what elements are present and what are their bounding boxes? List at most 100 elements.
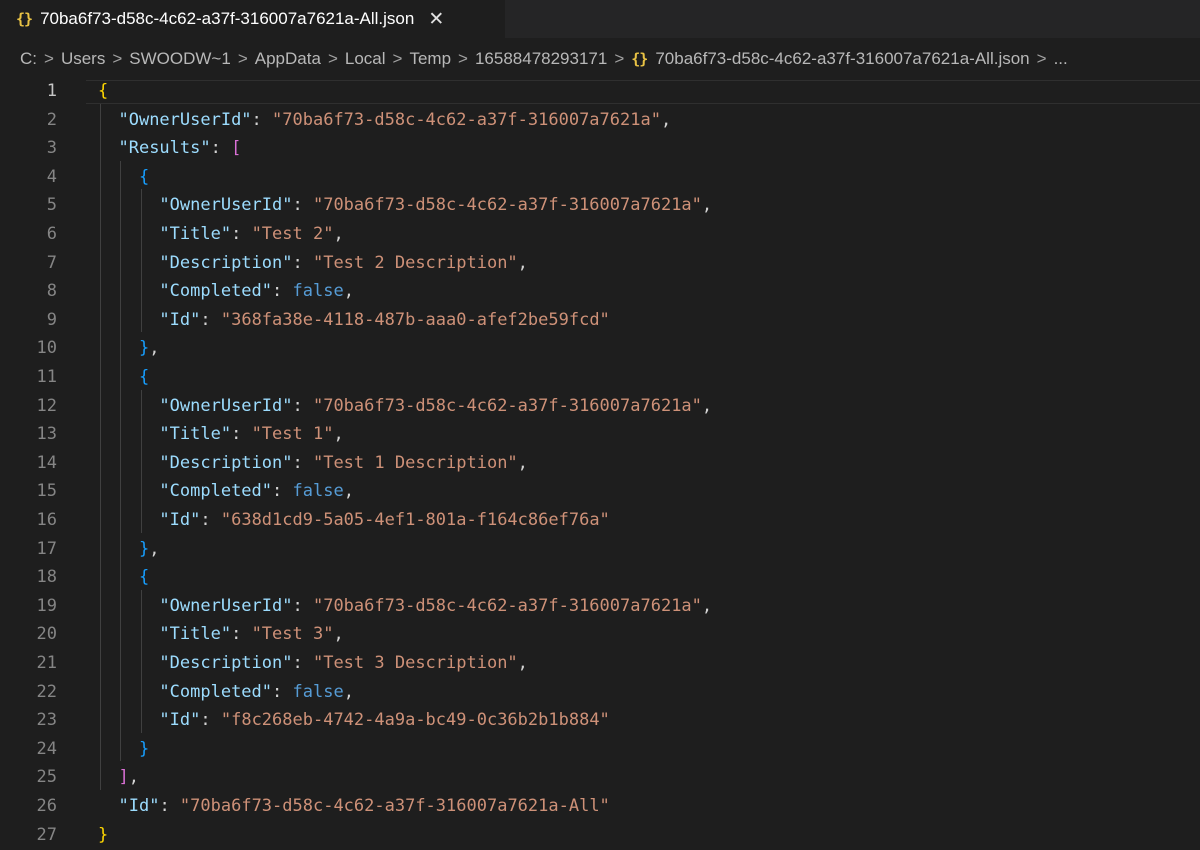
code-token: : bbox=[251, 109, 273, 130]
breadcrumb-item-user[interactable]: SWOODW~1 bbox=[129, 49, 231, 69]
chevron-right-icon: > bbox=[327, 49, 338, 68]
code-token: { bbox=[138, 166, 150, 187]
indent-guide bbox=[140, 189, 142, 333]
code-token: "70ba6f73-d58c-4c62-a37f-316007a7621a" bbox=[312, 395, 702, 416]
code-token: "Test 3" bbox=[251, 624, 334, 645]
line-content: { bbox=[98, 81, 108, 101]
indent-guide bbox=[100, 103, 101, 790]
code-token: : bbox=[200, 510, 221, 530]
line-number: 10 bbox=[36, 338, 57, 359]
code-token: : bbox=[159, 796, 180, 816]
indent-guide bbox=[140, 589, 142, 733]
code-line: 21 "Description": "Test 3 Description", bbox=[0, 653, 1200, 682]
code-token: , bbox=[149, 538, 160, 559]
code-token: } bbox=[98, 824, 109, 845]
code-token: "70ba6f73-d58c-4c62-a37f-316007a7621a" bbox=[312, 595, 702, 616]
line-number: 17 bbox=[36, 538, 57, 559]
code-token: "Test 2" bbox=[251, 224, 334, 244]
code-token: "Test 1 Description" bbox=[312, 452, 518, 473]
line-content: "Completed": false, bbox=[98, 481, 354, 501]
code-token: , bbox=[517, 252, 528, 273]
code-line: 2 "OwnerUserId": "70ba6f73-d58c-4c62-a37… bbox=[0, 110, 1200, 139]
tab-json-file[interactable]: {} 70ba6f73-d58c-4c62-a37f-316007a7621a-… bbox=[0, 0, 505, 38]
breadcrumb: C: > Users > SWOODW~1 > AppData > Local … bbox=[0, 38, 1200, 80]
code-token: "Completed" bbox=[159, 281, 273, 302]
code-token: , bbox=[517, 653, 528, 673]
code-token: "Test 2 Description" bbox=[312, 252, 518, 273]
line-number: 18 bbox=[36, 567, 57, 588]
code-token: "70ba6f73-d58c-4c62-a37f-316007a7621a-Al… bbox=[179, 796, 610, 816]
indent-guide bbox=[120, 160, 122, 762]
line-content: { bbox=[98, 367, 149, 387]
indent-guide bbox=[140, 389, 142, 533]
line-content: "Completed": false, bbox=[98, 682, 354, 702]
code-line: 18 { bbox=[0, 567, 1200, 596]
code-line: 3 "Results": [ bbox=[0, 138, 1200, 167]
code-line: 17 }, bbox=[0, 539, 1200, 568]
close-icon[interactable]: ✕ bbox=[428, 10, 444, 29]
code-token: "70ba6f73-d58c-4c62-a37f-316007a7621a" bbox=[272, 109, 661, 130]
code-token: "70ba6f73-d58c-4c62-a37f-316007a7621a" bbox=[312, 195, 702, 216]
tab-bar: {} 70ba6f73-d58c-4c62-a37f-316007a7621a-… bbox=[0, 0, 1200, 38]
code-token: , bbox=[701, 395, 713, 416]
chevron-right-icon: > bbox=[392, 49, 403, 68]
line-content: }, bbox=[98, 338, 160, 358]
code-token: "Id" bbox=[159, 309, 201, 330]
breadcrumb-item-symbols[interactable]: ... bbox=[1054, 49, 1068, 69]
line-content: } bbox=[98, 739, 149, 759]
line-number: 13 bbox=[36, 424, 57, 445]
breadcrumb-item-folder[interactable]: 16588478293171 bbox=[475, 49, 607, 69]
line-content: { bbox=[98, 567, 149, 587]
code-line: 14 "Description": "Test 1 Description", bbox=[0, 453, 1200, 482]
line-content: "Description": "Test 3 Description", bbox=[98, 653, 528, 673]
code-line: 4 { bbox=[0, 167, 1200, 196]
code-token: , bbox=[333, 624, 344, 645]
line-number: 15 bbox=[36, 481, 57, 502]
line-content: "Id": "368fa38e-4118-487b-aaa0-afef2be59… bbox=[98, 309, 609, 330]
line-content: "OwnerUserId": "70ba6f73-d58c-4c62-a37f-… bbox=[98, 596, 712, 616]
line-number: 8 bbox=[46, 281, 57, 302]
line-number: 3 bbox=[46, 138, 57, 159]
breadcrumb-item-local[interactable]: Local bbox=[345, 49, 386, 69]
code-token: , bbox=[701, 595, 713, 616]
line-number: 4 bbox=[46, 166, 57, 187]
line-number: 6 bbox=[46, 224, 57, 244]
line-content: "Completed": false, bbox=[98, 281, 354, 301]
code-token: : bbox=[200, 710, 221, 731]
line-number: 2 bbox=[46, 109, 57, 130]
breadcrumb-item-temp[interactable]: Temp bbox=[409, 49, 451, 69]
line-number: 16 bbox=[36, 510, 57, 530]
code-token: "Completed" bbox=[159, 481, 273, 502]
line-number: 19 bbox=[36, 595, 57, 616]
breadcrumb-item-file[interactable]: 70ba6f73-d58c-4c62-a37f-316007a7621a-All… bbox=[655, 49, 1029, 69]
breadcrumb-item-appdata[interactable]: AppData bbox=[255, 49, 321, 69]
code-token: "Results" bbox=[118, 138, 211, 159]
code-editor[interactable]: 1{2 "OwnerUserId": "70ba6f73-d58c-4c62-a… bbox=[0, 80, 1200, 850]
code-token: } bbox=[138, 738, 150, 759]
breadcrumb-item-drive[interactable]: C: bbox=[20, 49, 37, 69]
line-content: "OwnerUserId": "70ba6f73-d58c-4c62-a37f-… bbox=[98, 396, 712, 416]
chevron-right-icon: > bbox=[1036, 49, 1047, 68]
code-line: 13 "Title": "Test 1", bbox=[0, 424, 1200, 453]
line-content: { bbox=[98, 167, 149, 187]
breadcrumb-item-users[interactable]: Users bbox=[61, 49, 105, 69]
code-token: : bbox=[272, 681, 293, 702]
code-token: { bbox=[98, 81, 109, 101]
code-line: 26 "Id": "70ba6f73-d58c-4c62-a37f-316007… bbox=[0, 796, 1200, 825]
chevron-right-icon: > bbox=[237, 49, 248, 68]
code-token: : bbox=[292, 452, 313, 473]
code-line: 1{ bbox=[0, 81, 1200, 110]
code-token: "Test 1" bbox=[251, 424, 334, 445]
